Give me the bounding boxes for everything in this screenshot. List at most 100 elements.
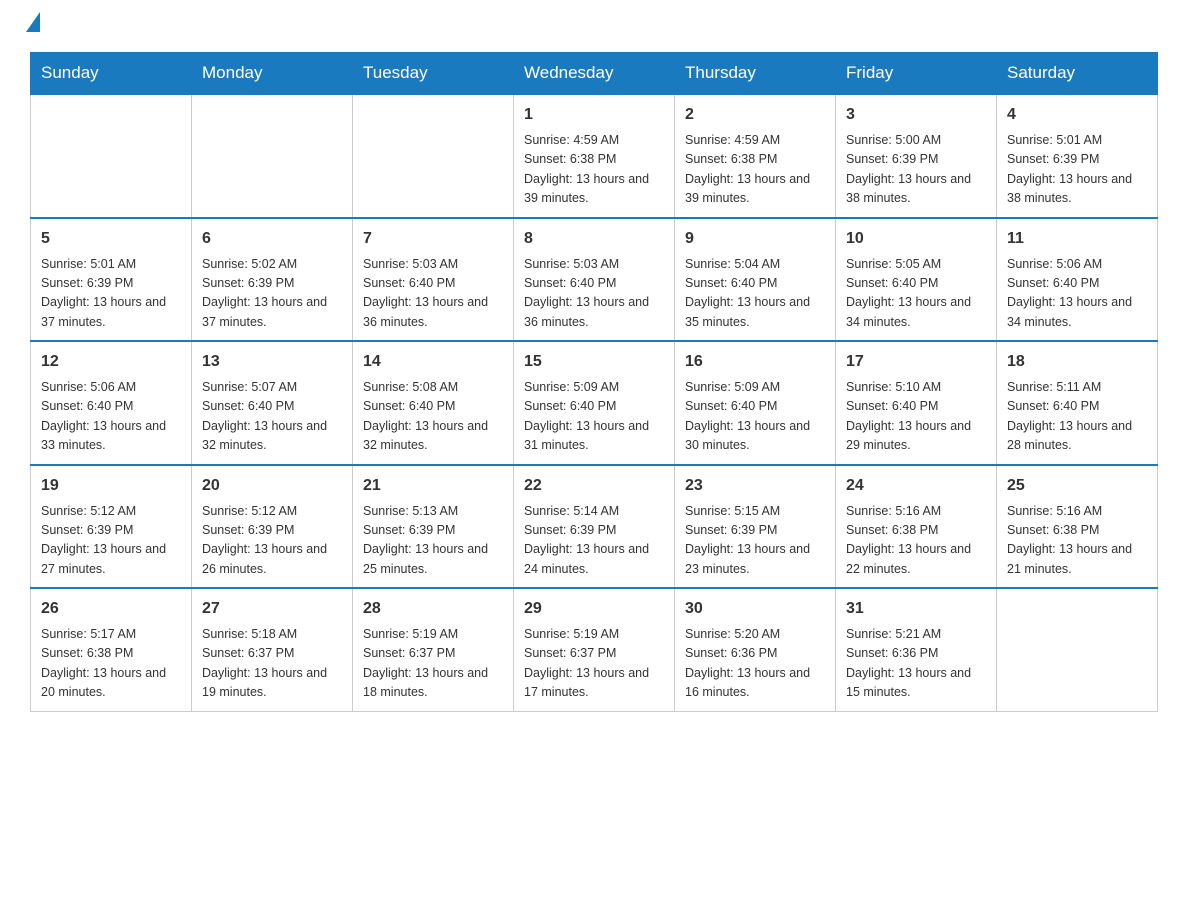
- day-info: Sunrise: 5:03 AM Sunset: 6:40 PM Dayligh…: [363, 255, 503, 333]
- day-info: Sunrise: 5:14 AM Sunset: 6:39 PM Dayligh…: [524, 502, 664, 580]
- day-number: 4: [1007, 103, 1147, 127]
- day-info: Sunrise: 4:59 AM Sunset: 6:38 PM Dayligh…: [685, 131, 825, 209]
- calendar-cell: 27 Sunrise: 5:18 AM Sunset: 6:37 PM Dayli…: [192, 588, 353, 711]
- calendar-cell: 24 Sunrise: 5:16 AM Sunset: 6:38 PM Dayli…: [836, 465, 997, 589]
- calendar-cell: 15 Sunrise: 5:09 AM Sunset: 6:40 PM Dayli…: [514, 341, 675, 465]
- day-number: 17: [846, 350, 986, 374]
- weekday-header-wednesday: Wednesday: [514, 53, 675, 95]
- logo: [30, 20, 40, 32]
- calendar-table: SundayMondayTuesdayWednesdayThursdayFrid…: [30, 52, 1158, 712]
- calendar-week-row: 12 Sunrise: 5:06 AM Sunset: 6:40 PM Dayli…: [31, 341, 1158, 465]
- day-info: Sunrise: 5:09 AM Sunset: 6:40 PM Dayligh…: [685, 378, 825, 456]
- calendar-week-row: 1 Sunrise: 4:59 AM Sunset: 6:38 PM Daylig…: [31, 94, 1158, 218]
- day-info: Sunrise: 5:16 AM Sunset: 6:38 PM Dayligh…: [846, 502, 986, 580]
- day-number: 26: [41, 597, 181, 621]
- day-info: Sunrise: 5:04 AM Sunset: 6:40 PM Dayligh…: [685, 255, 825, 333]
- day-info: Sunrise: 4:59 AM Sunset: 6:38 PM Dayligh…: [524, 131, 664, 209]
- day-number: 16: [685, 350, 825, 374]
- calendar-cell: 7 Sunrise: 5:03 AM Sunset: 6:40 PM Daylig…: [353, 218, 514, 342]
- day-info: Sunrise: 5:08 AM Sunset: 6:40 PM Dayligh…: [363, 378, 503, 456]
- calendar-cell: 4 Sunrise: 5:01 AM Sunset: 6:39 PM Daylig…: [997, 94, 1158, 218]
- calendar-cell: [192, 94, 353, 218]
- calendar-cell: 23 Sunrise: 5:15 AM Sunset: 6:39 PM Dayli…: [675, 465, 836, 589]
- header: [30, 20, 1158, 32]
- calendar-header-row: SundayMondayTuesdayWednesdayThursdayFrid…: [31, 53, 1158, 95]
- day-number: 31: [846, 597, 986, 621]
- calendar-cell: 22 Sunrise: 5:14 AM Sunset: 6:39 PM Dayli…: [514, 465, 675, 589]
- day-info: Sunrise: 5:06 AM Sunset: 6:40 PM Dayligh…: [41, 378, 181, 456]
- day-info: Sunrise: 5:07 AM Sunset: 6:40 PM Dayligh…: [202, 378, 342, 456]
- calendar-cell: 5 Sunrise: 5:01 AM Sunset: 6:39 PM Daylig…: [31, 218, 192, 342]
- calendar-cell: 10 Sunrise: 5:05 AM Sunset: 6:40 PM Dayli…: [836, 218, 997, 342]
- calendar-cell: [997, 588, 1158, 711]
- calendar-cell: 8 Sunrise: 5:03 AM Sunset: 6:40 PM Daylig…: [514, 218, 675, 342]
- day-number: 10: [846, 227, 986, 251]
- day-number: 27: [202, 597, 342, 621]
- day-number: 8: [524, 227, 664, 251]
- day-info: Sunrise: 5:15 AM Sunset: 6:39 PM Dayligh…: [685, 502, 825, 580]
- weekday-header-tuesday: Tuesday: [353, 53, 514, 95]
- day-info: Sunrise: 5:06 AM Sunset: 6:40 PM Dayligh…: [1007, 255, 1147, 333]
- calendar-cell: 26 Sunrise: 5:17 AM Sunset: 6:38 PM Dayli…: [31, 588, 192, 711]
- day-number: 24: [846, 474, 986, 498]
- calendar-cell: 17 Sunrise: 5:10 AM Sunset: 6:40 PM Dayli…: [836, 341, 997, 465]
- calendar-cell: 13 Sunrise: 5:07 AM Sunset: 6:40 PM Dayli…: [192, 341, 353, 465]
- day-info: Sunrise: 5:19 AM Sunset: 6:37 PM Dayligh…: [524, 625, 664, 703]
- weekday-header-thursday: Thursday: [675, 53, 836, 95]
- calendar-cell: 16 Sunrise: 5:09 AM Sunset: 6:40 PM Dayli…: [675, 341, 836, 465]
- day-number: 5: [41, 227, 181, 251]
- weekday-header-sunday: Sunday: [31, 53, 192, 95]
- day-number: 1: [524, 103, 664, 127]
- calendar-cell: 20Sunrise: 5:12 AM Sunset: 6:39 PM Dayli…: [192, 465, 353, 589]
- day-info: Sunrise: 5:01 AM Sunset: 6:39 PM Dayligh…: [41, 255, 181, 333]
- day-info: Sunrise: 5:21 AM Sunset: 6:36 PM Dayligh…: [846, 625, 986, 703]
- day-number: 25: [1007, 474, 1147, 498]
- day-number: 29: [524, 597, 664, 621]
- day-info: Sunrise: 5:09 AM Sunset: 6:40 PM Dayligh…: [524, 378, 664, 456]
- day-info: Sunrise: 5:16 AM Sunset: 6:38 PM Dayligh…: [1007, 502, 1147, 580]
- calendar-cell: 12 Sunrise: 5:06 AM Sunset: 6:40 PM Dayli…: [31, 341, 192, 465]
- logo-triangle-icon: [26, 12, 40, 32]
- day-number: 13: [202, 350, 342, 374]
- day-number: 3: [846, 103, 986, 127]
- weekday-header-friday: Friday: [836, 53, 997, 95]
- calendar-cell: 6 Sunrise: 5:02 AM Sunset: 6:39 PM Daylig…: [192, 218, 353, 342]
- day-info: Sunrise: 5:18 AM Sunset: 6:37 PM Dayligh…: [202, 625, 342, 703]
- day-info: Sunrise: 5:13 AM Sunset: 6:39 PM Dayligh…: [363, 502, 503, 580]
- day-info: Sunrise: 5:03 AM Sunset: 6:40 PM Dayligh…: [524, 255, 664, 333]
- calendar-cell: 29 Sunrise: 5:19 AM Sunset: 6:37 PM Dayli…: [514, 588, 675, 711]
- calendar-cell: [31, 94, 192, 218]
- weekday-header-saturday: Saturday: [997, 53, 1158, 95]
- day-info: Sunrise: 5:19 AM Sunset: 6:37 PM Dayligh…: [363, 625, 503, 703]
- day-number: 6: [202, 227, 342, 251]
- day-info: Sunrise: 5:05 AM Sunset: 6:40 PM Dayligh…: [846, 255, 986, 333]
- day-number: 9: [685, 227, 825, 251]
- calendar-cell: 3 Sunrise: 5:00 AM Sunset: 6:39 PM Daylig…: [836, 94, 997, 218]
- calendar-cell: 21Sunrise: 5:13 AM Sunset: 6:39 PM Dayli…: [353, 465, 514, 589]
- calendar-cell: 18Sunrise: 5:11 AM Sunset: 6:40 PM Dayli…: [997, 341, 1158, 465]
- calendar-cell: 30Sunrise: 5:20 AM Sunset: 6:36 PM Dayli…: [675, 588, 836, 711]
- day-number: 11: [1007, 227, 1147, 251]
- day-number: 15: [524, 350, 664, 374]
- day-number: 22: [524, 474, 664, 498]
- day-info: Sunrise: 5:01 AM Sunset: 6:39 PM Dayligh…: [1007, 131, 1147, 209]
- day-info: Sunrise: 5:12 AM Sunset: 6:39 PM Dayligh…: [41, 502, 181, 580]
- calendar-cell: 9 Sunrise: 5:04 AM Sunset: 6:40 PM Daylig…: [675, 218, 836, 342]
- day-number: 7: [363, 227, 503, 251]
- calendar-cell: 2Sunrise: 4:59 AM Sunset: 6:38 PM Daylig…: [675, 94, 836, 218]
- calendar-cell: [353, 94, 514, 218]
- calendar-cell: 28Sunrise: 5:19 AM Sunset: 6:37 PM Dayli…: [353, 588, 514, 711]
- day-info: Sunrise: 5:17 AM Sunset: 6:38 PM Dayligh…: [41, 625, 181, 703]
- day-number: 12: [41, 350, 181, 374]
- calendar-cell: 14 Sunrise: 5:08 AM Sunset: 6:40 PM Dayli…: [353, 341, 514, 465]
- day-number: 20: [202, 474, 342, 498]
- day-number: 23: [685, 474, 825, 498]
- calendar-cell: 25 Sunrise: 5:16 AM Sunset: 6:38 PM Dayli…: [997, 465, 1158, 589]
- day-info: Sunrise: 5:02 AM Sunset: 6:39 PM Dayligh…: [202, 255, 342, 333]
- weekday-header-monday: Monday: [192, 53, 353, 95]
- calendar-week-row: 26 Sunrise: 5:17 AM Sunset: 6:38 PM Dayli…: [31, 588, 1158, 711]
- day-info: Sunrise: 5:00 AM Sunset: 6:39 PM Dayligh…: [846, 131, 986, 209]
- day-number: 14: [363, 350, 503, 374]
- day-info: Sunrise: 5:10 AM Sunset: 6:40 PM Dayligh…: [846, 378, 986, 456]
- calendar-cell: 11 Sunrise: 5:06 AM Sunset: 6:40 PM Dayli…: [997, 218, 1158, 342]
